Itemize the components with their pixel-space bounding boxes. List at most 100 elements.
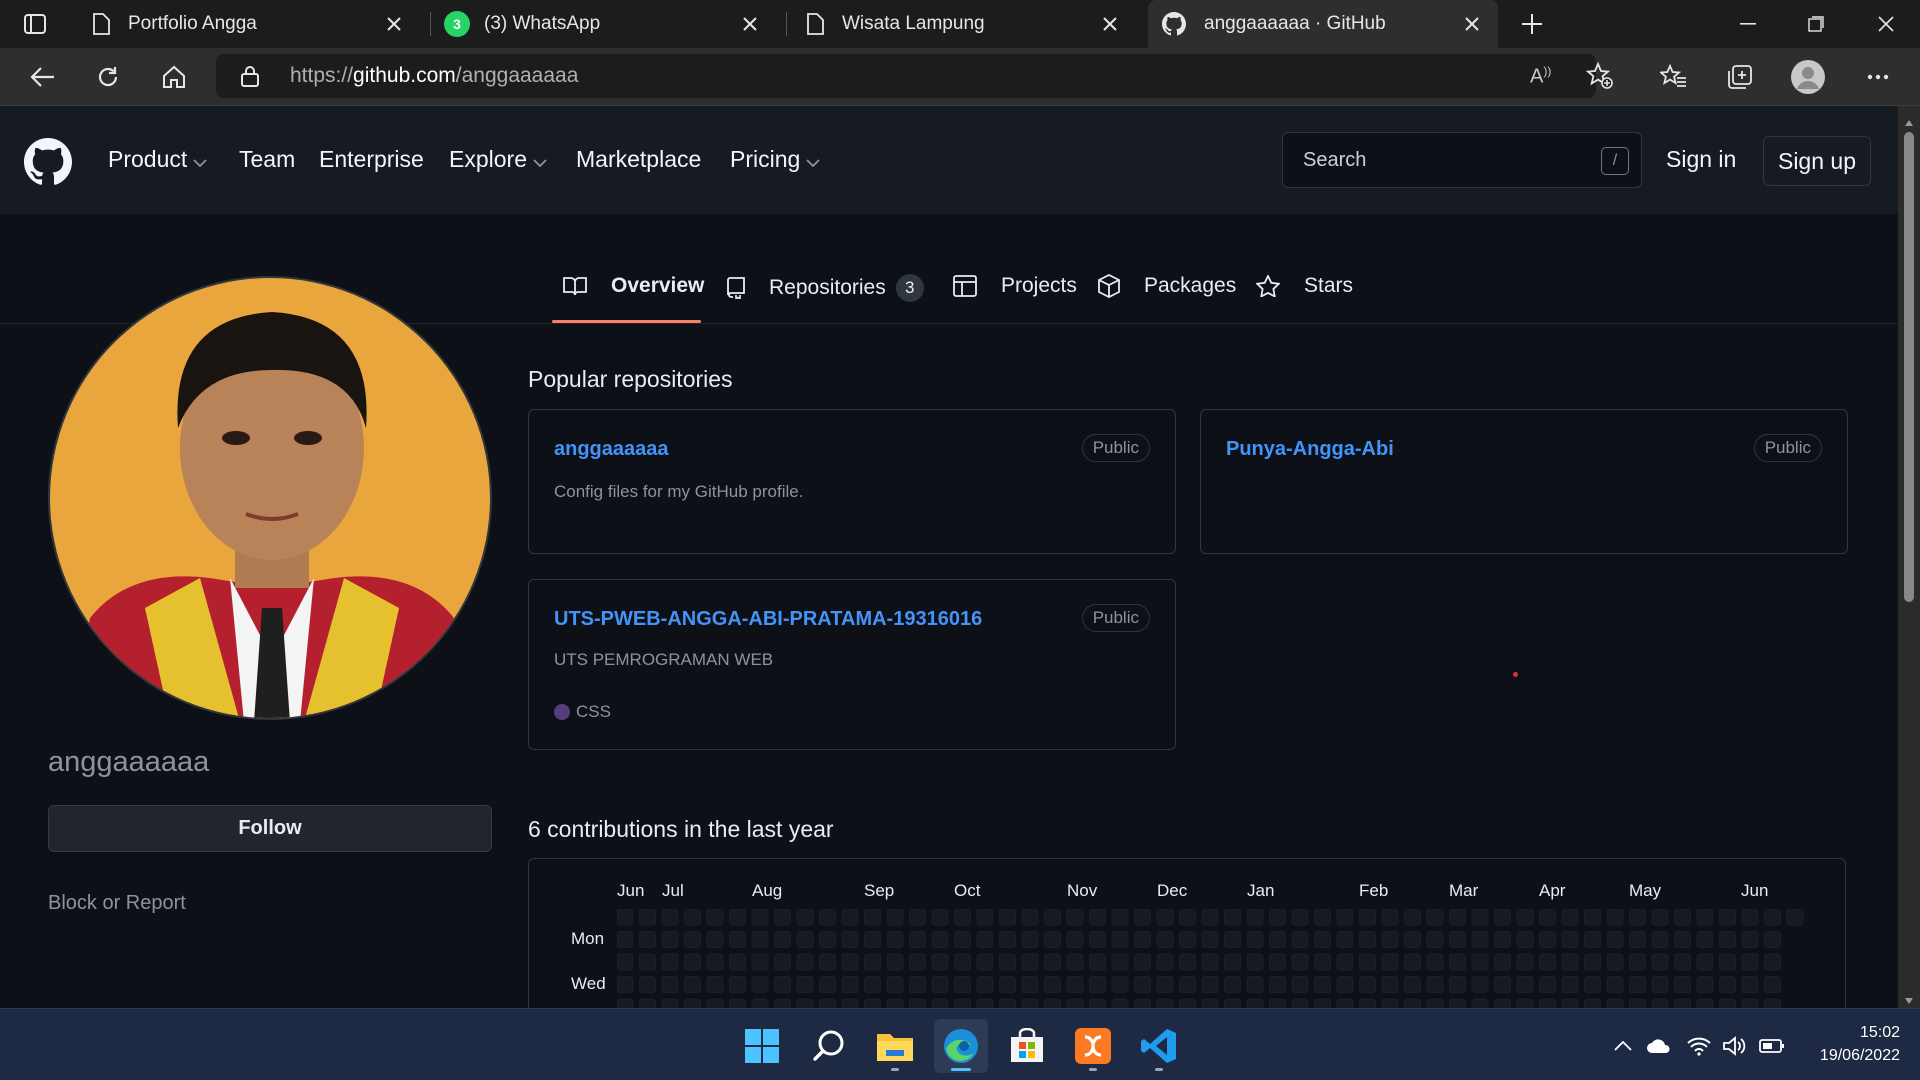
repo-link[interactable]: Punya-Angga-Abi: [1226, 438, 1394, 461]
contribution-day: [1539, 976, 1556, 993]
contribution-day: [1404, 909, 1421, 926]
contribution-day: [954, 976, 971, 993]
contribution-day: [1719, 931, 1736, 948]
contribution-day: [1471, 976, 1489, 993]
tab-title: Portfolio Angga: [128, 13, 257, 34]
tab-packages[interactable]: Packages: [1098, 274, 1236, 298]
close-icon[interactable]: [738, 12, 762, 36]
add-favorite-icon[interactable]: [1586, 62, 1614, 90]
browser-tab-github[interactable]: anggaaaaaa · GitHub: [1148, 0, 1498, 48]
edge-icon[interactable]: [934, 1019, 988, 1073]
contribution-day: [774, 909, 791, 926]
contribution-day: [909, 909, 926, 926]
start-icon[interactable]: [735, 1019, 789, 1073]
contribution-day: [1066, 953, 1084, 971]
repo-link[interactable]: UTS-PWEB-ANGGA-ABI-PRATAMA-19316016: [554, 608, 982, 631]
tab-stars[interactable]: Stars: [1256, 274, 1353, 298]
visibility-badge: Public: [1081, 434, 1150, 462]
collections-icon[interactable]: [1720, 57, 1760, 97]
github-logo-icon[interactable]: [24, 138, 72, 186]
battery-icon[interactable]: [1759, 1033, 1785, 1059]
contribution-day: [1561, 931, 1579, 948]
profile-avatar-icon[interactable]: [1788, 57, 1828, 97]
home-icon[interactable]: [154, 57, 194, 97]
nav-team[interactable]: Team: [239, 146, 295, 173]
month-label: Nov: [1067, 881, 1098, 900]
contribution-day: [1471, 931, 1489, 948]
nav-marketplace[interactable]: Marketplace: [576, 146, 701, 173]
nav-pricing[interactable]: Pricing: [730, 146, 820, 173]
contribution-day: [819, 909, 836, 926]
volume-icon[interactable]: [1721, 1033, 1747, 1059]
vscode-icon[interactable]: [1132, 1019, 1186, 1073]
contribution-day: [1764, 953, 1781, 971]
page-scrollbar[interactable]: [1898, 106, 1920, 1008]
file-explorer-icon[interactable]: [868, 1019, 922, 1073]
browser-tab-portfolio[interactable]: Portfolio Angga: [80, 0, 420, 48]
lock-icon[interactable]: [240, 64, 260, 88]
tab-overview[interactable]: Overview: [563, 274, 704, 298]
follow-button[interactable]: Follow: [48, 805, 492, 852]
scroll-up-icon[interactable]: [1904, 114, 1914, 132]
tab-projects[interactable]: Projects: [953, 274, 1077, 298]
contribution-day: [774, 953, 791, 971]
xampp-icon[interactable]: [1066, 1019, 1120, 1073]
contribution-day: [886, 953, 904, 971]
restore-icon[interactable]: [1796, 4, 1836, 44]
wifi-icon[interactable]: [1686, 1033, 1712, 1059]
contribution-day: [1359, 909, 1376, 926]
contribution-day: [864, 909, 881, 926]
sign-up-button[interactable]: Sign up: [1763, 136, 1871, 186]
tab-actions-icon[interactable]: [15, 4, 55, 44]
address-bar[interactable]: https://github.com/anggaaaaaa A)): [216, 54, 1613, 98]
contribution-day: [1359, 931, 1376, 948]
month-label: Jun: [1741, 881, 1769, 900]
contribution-day: [1269, 976, 1286, 993]
close-icon[interactable]: [1098, 12, 1122, 36]
browser-tab-wisata[interactable]: Wisata Lampung: [796, 0, 1136, 48]
system-clock[interactable]: 15:02 19/06/2022: [1790, 1021, 1900, 1067]
nav-product[interactable]: Product: [108, 146, 207, 173]
contribution-day: [1111, 976, 1129, 993]
contribution-day: [796, 909, 814, 926]
close-window-icon[interactable]: [1866, 4, 1906, 44]
contribution-day: [819, 976, 836, 993]
new-tab-icon[interactable]: [1512, 4, 1552, 44]
tab-separator: [786, 12, 787, 36]
contribution-day: [864, 976, 881, 993]
contribution-day: [617, 976, 634, 993]
search-icon[interactable]: [802, 1019, 856, 1073]
favorites-icon[interactable]: [1654, 57, 1694, 97]
minimize-icon[interactable]: [1728, 4, 1768, 44]
close-icon[interactable]: [382, 12, 406, 36]
back-icon[interactable]: [22, 57, 62, 97]
close-icon[interactable]: [1460, 12, 1484, 36]
nav-explore[interactable]: Explore: [449, 146, 547, 173]
block-or-report-link[interactable]: Block or Report: [48, 892, 186, 915]
contribution-day: [1449, 931, 1466, 948]
month-label: Aug: [752, 881, 783, 900]
refresh-icon[interactable]: [88, 57, 128, 97]
contribution-day: [1606, 976, 1624, 993]
contribution-day: [1696, 976, 1714, 993]
browser-tab-whatsapp[interactable]: 3 (3) WhatsApp: [436, 0, 776, 48]
onedrive-icon[interactable]: [1646, 1033, 1672, 1059]
contribution-day: [1269, 909, 1286, 926]
contribution-day: [1539, 909, 1556, 926]
more-icon[interactable]: [1858, 57, 1898, 97]
repo-language: CSS: [554, 702, 611, 722]
read-aloud-icon[interactable]: A)): [1530, 64, 1551, 89]
store-icon[interactable]: [1000, 1019, 1054, 1073]
sign-in-link[interactable]: Sign in: [1666, 146, 1736, 173]
contribution-day: [864, 931, 881, 948]
tab-label: Repositories: [769, 276, 886, 299]
scroll-thumb[interactable]: [1904, 132, 1914, 602]
repo-link[interactable]: anggaaaaaa: [554, 438, 669, 461]
chevron-up-icon[interactable]: [1610, 1033, 1636, 1059]
clock-time: 15:02: [1859, 1024, 1900, 1041]
contribution-day: [1246, 909, 1264, 926]
nav-enterprise[interactable]: Enterprise: [319, 146, 424, 173]
contribution-day: [1404, 931, 1421, 948]
tab-repositories[interactable]: Repositories 3: [727, 274, 924, 302]
search-input[interactable]: Search /: [1282, 132, 1642, 188]
